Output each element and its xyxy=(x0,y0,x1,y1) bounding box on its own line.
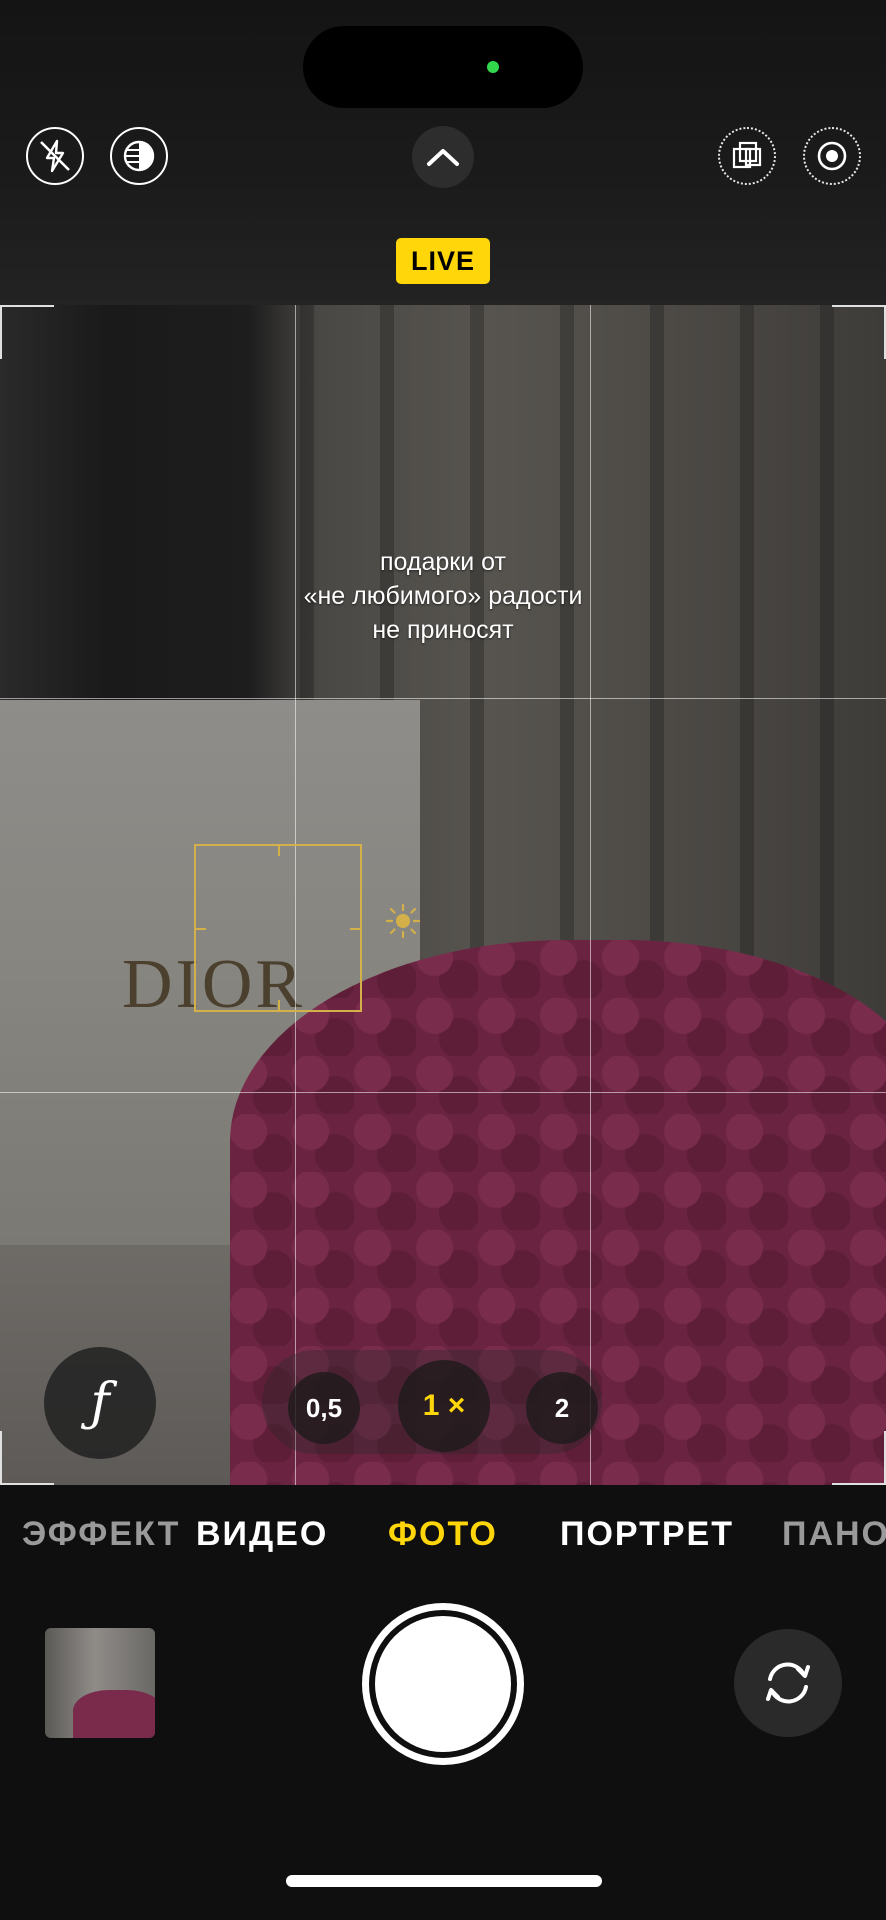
night-mode-icon[interactable] xyxy=(110,127,168,185)
exposure-sun-icon[interactable] xyxy=(385,903,421,939)
chevron-up-icon[interactable] xyxy=(412,126,474,188)
frame-corner xyxy=(0,1431,54,1485)
photographic-styles-icon[interactable] xyxy=(718,127,776,185)
grid-line xyxy=(590,305,591,1485)
mode-pano[interactable]: ПАНО xyxy=(782,1515,886,1554)
focus-tick xyxy=(350,928,360,930)
focus-tick xyxy=(196,928,206,930)
focus-box[interactable] xyxy=(194,844,362,1012)
mode-effect[interactable]: ЭФФЕКТ xyxy=(22,1515,180,1554)
focus-tick xyxy=(278,1000,280,1010)
curtain-fold xyxy=(820,305,834,1065)
grid-line xyxy=(0,698,886,699)
camera-controls: ЭФФЕКТ ВИДЕО ФОТО ПОРТРЕТ ПАНО xyxy=(0,1485,886,1920)
caption-text: подарки от «не любимого» радости не прин… xyxy=(243,545,643,647)
zoom-2x-button[interactable]: 2 xyxy=(526,1372,598,1444)
live-photo-icon[interactable] xyxy=(803,127,861,185)
shutter-button[interactable] xyxy=(362,1603,524,1765)
caption-line: «не любимого» радости xyxy=(303,582,583,610)
home-indicator[interactable] xyxy=(286,1875,602,1887)
frame-corner xyxy=(832,305,886,359)
caption-line: подарки от xyxy=(380,548,506,576)
frame-corner xyxy=(0,305,54,359)
flip-camera-icon[interactable] xyxy=(734,1629,842,1737)
flash-off-icon[interactable] xyxy=(26,127,84,185)
mode-video[interactable]: ВИДЕО xyxy=(196,1515,328,1554)
curtain-fold xyxy=(740,305,754,1065)
shutter-button-inner xyxy=(375,1616,511,1752)
viewfinder[interactable]: DIOR подарки от «не любимого» радости не… xyxy=(0,305,886,1485)
mode-portrait[interactable]: ПОРТРЕТ xyxy=(560,1515,734,1554)
mode-selector: ЭФФЕКТ ВИДЕО ФОТО ПОРТРЕТ ПАНО xyxy=(0,1485,886,1595)
aperture-button[interactable]: ƒ xyxy=(44,1347,156,1459)
top-bar: LIVE xyxy=(0,0,886,305)
caption-line: не приносят xyxy=(372,616,514,644)
frame-corner xyxy=(832,1431,886,1485)
zoom-1x-button[interactable]: 1 × xyxy=(398,1360,490,1452)
thumbnail-image xyxy=(73,1690,155,1738)
grid-line xyxy=(0,1092,886,1093)
zoom-0.5-button[interactable]: 0,5 xyxy=(288,1372,360,1444)
last-photo-thumbnail[interactable] xyxy=(45,1628,155,1738)
dynamic-island xyxy=(303,26,583,108)
camera-in-use-indicator xyxy=(487,61,499,73)
mode-photo[interactable]: ФОТО xyxy=(388,1515,498,1554)
live-badge[interactable]: LIVE xyxy=(396,238,490,284)
focus-tick xyxy=(278,846,280,856)
